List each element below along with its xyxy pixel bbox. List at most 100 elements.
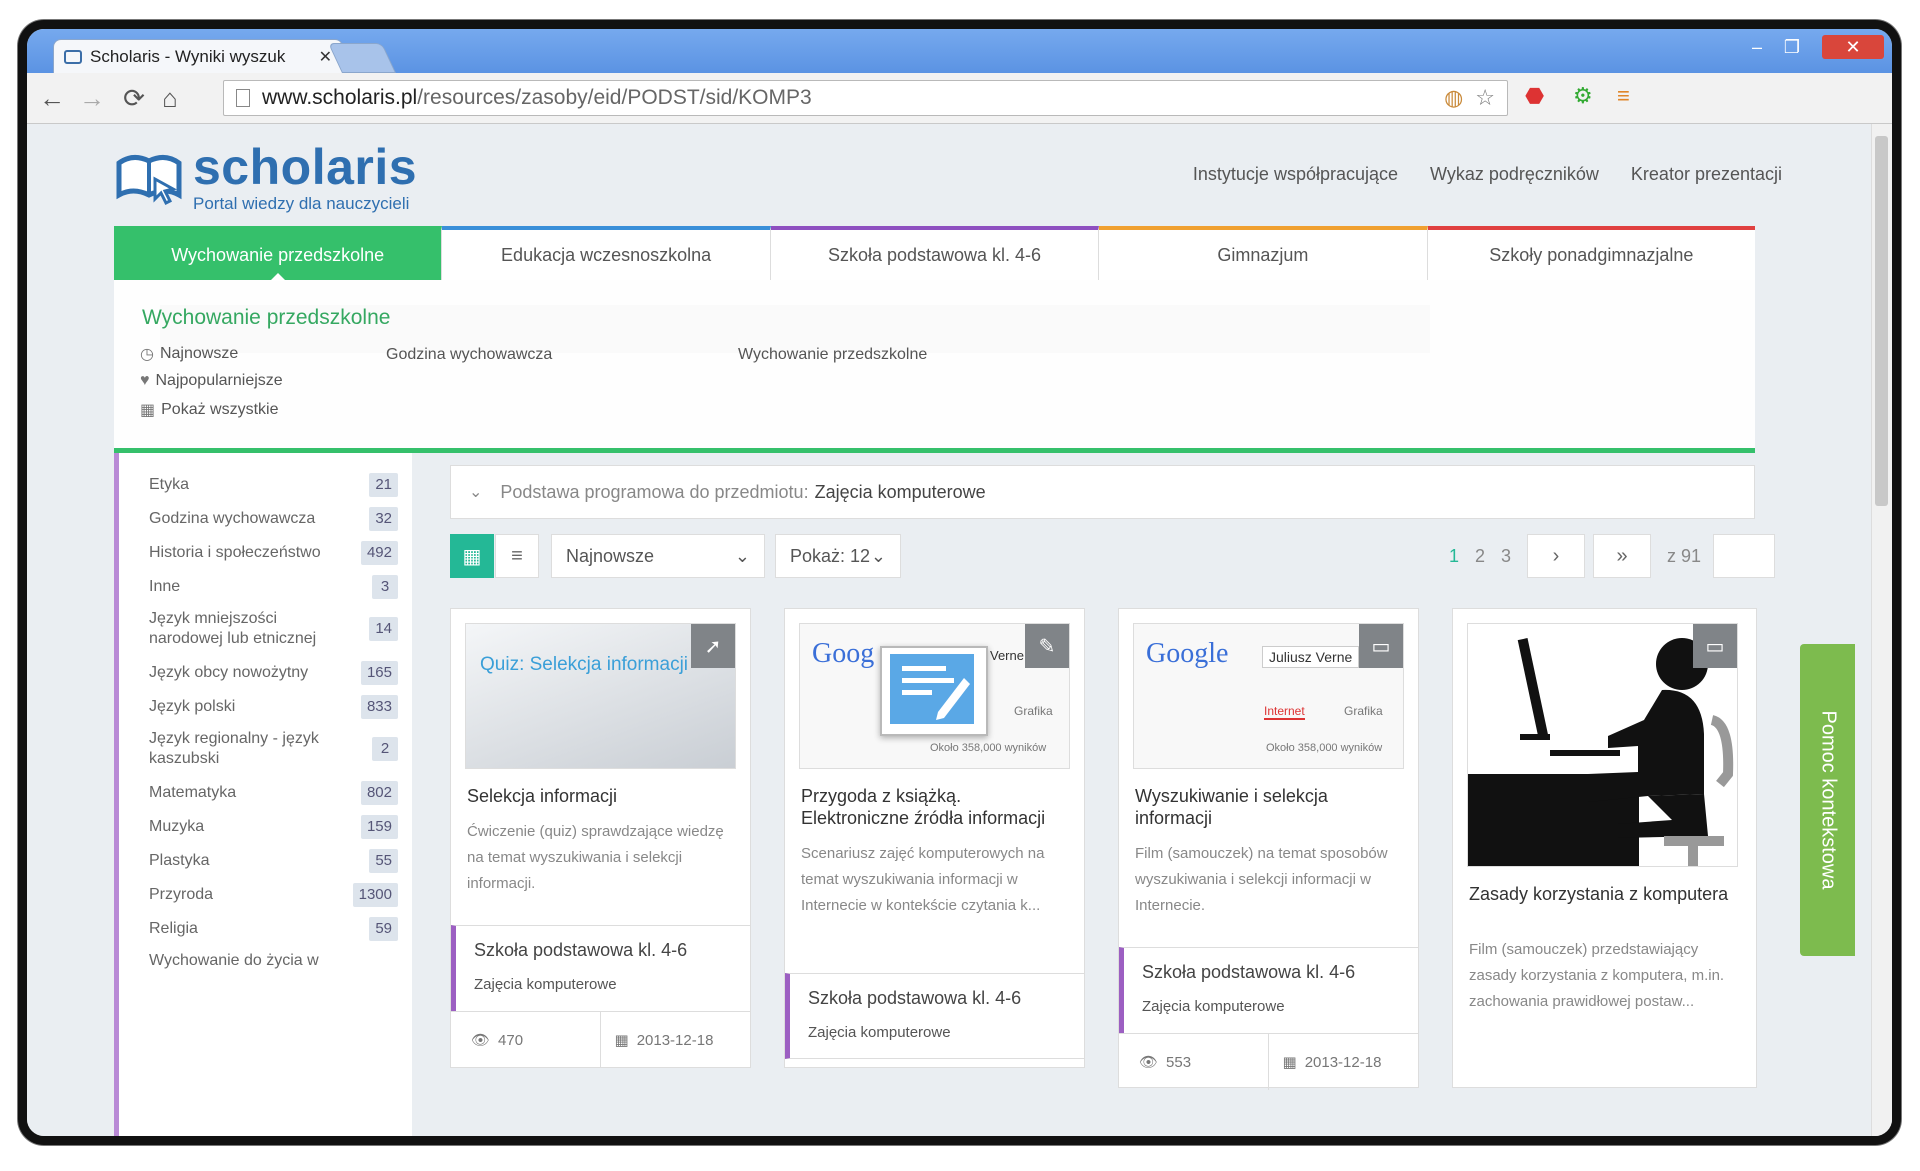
- link-textbooks[interactable]: Wykaz podręczników: [1430, 164, 1599, 185]
- sidebar-item[interactable]: Etyka 21: [149, 473, 398, 497]
- sidebar-item-count: 802: [360, 781, 398, 805]
- sidebar-item[interactable]: Religia 59: [149, 917, 398, 941]
- extension-stop-icon[interactable]: ⬣: [1525, 83, 1544, 109]
- logo-name: scholaris: [193, 139, 418, 195]
- card-thumbnail[interactable]: ▭: [1467, 623, 1738, 867]
- last-page-button[interactable]: »: [1593, 534, 1651, 578]
- menu-item-newest[interactable]: ◷ Najnowsze: [140, 344, 238, 364]
- window-close-icon[interactable]: ✕: [1822, 35, 1884, 59]
- card-subject: Zajęcia komputerowe: [1142, 998, 1285, 1015]
- resource-card[interactable]: Quiz: Selekcja informacji ➚ Selekcja inf…: [450, 608, 751, 1068]
- page-number-input[interactable]: [1713, 534, 1776, 578]
- thumbnail-tab: Grafika: [1014, 704, 1053, 718]
- sidebar-item-label: Język regionalny - język kaszubski: [149, 730, 319, 767]
- link-presentation-creator[interactable]: Kreator prezentacji: [1631, 164, 1782, 185]
- card-title[interactable]: Przygoda z książką. Elektroniczne źródła…: [801, 785, 1068, 829]
- grid-view-button[interactable]: ▦: [450, 534, 494, 578]
- card-thumbnail[interactable]: Quiz: Selekcja informacji ➚: [465, 623, 736, 769]
- back-arrow-icon[interactable]: ←: [35, 83, 69, 113]
- thumbnail-tab: Grafika: [1344, 704, 1383, 718]
- next-page-button[interactable]: ›: [1527, 534, 1585, 578]
- extension-gear-icon[interactable]: ⚙: [1573, 83, 1593, 109]
- tab-preschool[interactable]: Wychowanie przedszkolne: [114, 226, 443, 281]
- sidebar-item[interactable]: Matematyka 802: [149, 781, 398, 805]
- resource-card[interactable]: Google Juliusz Verne Internet Grafika Ok…: [1118, 608, 1419, 1090]
- page-link-2[interactable]: 2: [1467, 546, 1493, 567]
- sidebar-item[interactable]: Język obcy nowożytny 165: [149, 661, 398, 685]
- level-dropdown-menu: Wychowanie przedszkolne ◷ Najnowsze ♥ Na…: [114, 280, 1755, 448]
- sidebar-item[interactable]: Godzina wychowawcza 32: [149, 507, 398, 531]
- sort-select[interactable]: Najnowsze ⌄: [551, 534, 765, 578]
- menu-item-homeroom[interactable]: Godzina wychowawcza: [386, 346, 552, 364]
- browser-tab[interactable]: Scholaris - Wyniki wyszuk ✕: [53, 39, 343, 73]
- tab-gimnazjum[interactable]: Gimnazjum: [1099, 226, 1428, 280]
- sidebar-item-count: 3: [372, 575, 398, 599]
- minimize-icon[interactable]: –: [1742, 35, 1772, 59]
- maximize-icon[interactable]: ❐: [1777, 35, 1807, 59]
- contextual-help-tab[interactable]: Pomoc kontekstowa: [1800, 644, 1855, 956]
- page-link-3[interactable]: 3: [1493, 546, 1519, 567]
- thumbnail-query: Juliusz Verne: [1262, 646, 1360, 668]
- resource-card[interactable]: ▭ Zasady korzystania z komputera Film (s…: [1452, 608, 1757, 1088]
- menu-item-popular[interactable]: ♥ Najpopularniejsze: [140, 372, 283, 390]
- home-icon[interactable]: ⌂: [153, 83, 187, 113]
- page-link-1[interactable]: 1: [1441, 546, 1467, 567]
- page-size-select[interactable]: Pokaż: 12 ⌄: [775, 534, 901, 578]
- tab-primary-4-6[interactable]: Szkoła podstawowa kl. 4-6: [770, 226, 1100, 280]
- list-icon: ≡: [511, 544, 523, 567]
- dropdown-title[interactable]: Wychowanie przedszkolne: [142, 306, 390, 330]
- card-level: Szkoła podstawowa kl. 4-6 Zajęcia komput…: [1119, 947, 1418, 1033]
- close-icon[interactable]: ✕: [319, 47, 332, 67]
- site-logo[interactable]: scholaris Portal wiedzy dla nauczycieli: [115, 142, 417, 214]
- sidebar-item[interactable]: Muzyka 159: [149, 815, 398, 839]
- scrollbar-thumb[interactable]: [1875, 136, 1888, 506]
- sidebar-item[interactable]: Przyroda 1300: [149, 883, 398, 907]
- forward-arrow-icon[interactable]: →: [75, 83, 109, 113]
- card-description: Film (samouczek) na temat sposobów wyszu…: [1135, 845, 1388, 914]
- menu-icon[interactable]: ≡: [1617, 83, 1630, 109]
- sidebar-item[interactable]: Język regionalny - język kaszubski 2: [149, 729, 398, 769]
- view-count: 553: [1166, 1053, 1192, 1071]
- bookmark-star-icon[interactable]: ☆: [1475, 85, 1495, 111]
- card-title[interactable]: Wyszukiwanie i selekcja informacji: [1135, 785, 1402, 829]
- sidebar-item[interactable]: Język polski 833: [149, 695, 398, 719]
- menu-item-preschool[interactable]: Wychowanie przedszkolne: [738, 346, 927, 364]
- curriculum-accordion[interactable]: ⌄ Podstawa programowa do przedmiotu: Zaj…: [450, 465, 1755, 519]
- video-icon: ▭: [1693, 624, 1737, 668]
- card-title[interactable]: Zasady korzystania z komputera: [1469, 883, 1740, 905]
- sidebar-item[interactable]: Inne 3: [149, 575, 398, 599]
- list-view-button[interactable]: ≡: [495, 534, 539, 578]
- cursor-icon: ➚: [691, 624, 735, 668]
- logo-subtitle: Portal wiedzy dla nauczycieli: [193, 194, 410, 213]
- card-description: Film (samouczek) przedstawiający zasady …: [1469, 941, 1725, 1010]
- sidebar-item-label: Wychowanie do życia w: [149, 952, 319, 969]
- card-level-name: Szkoła podstawowa kl. 4-6: [474, 940, 688, 960]
- reload-icon[interactable]: ⟳: [117, 83, 151, 113]
- card-footer: 👁 470 ▦ 2013-12-18: [451, 1011, 750, 1068]
- link-institutions[interactable]: Instytucje współpracujące: [1193, 164, 1398, 185]
- address-bar[interactable]: www.scholaris.pl/resources/zasoby/eid/PO…: [223, 80, 1508, 116]
- page-viewport: scholaris Portal wiedzy dla nauczycieli …: [27, 124, 1892, 1136]
- tab-secondary[interactable]: Szkoły ponadgimnazjalne: [1427, 226, 1756, 280]
- menu-item-show-all[interactable]: ▦ Pokaż wszystkie: [140, 400, 279, 420]
- page-scrollbar[interactable]: [1871, 124, 1892, 1136]
- sidebar-item-label: Muzyka: [149, 818, 205, 835]
- tab-early-education[interactable]: Edukacja wczesnoszkolna: [442, 226, 771, 280]
- sidebar-item[interactable]: Wychowanie do życia w: [149, 951, 398, 971]
- sidebar-item-label: Matematyka: [149, 784, 237, 801]
- sidebar-item-label: Religia: [149, 920, 198, 937]
- sidebar-item-count: 2: [372, 737, 398, 761]
- card-title[interactable]: Selekcja informacji: [467, 785, 734, 807]
- sidebar-item-label: Język mniejszości narodowej lub etniczne…: [149, 610, 317, 647]
- publish-date: 2013-12-18: [636, 1031, 714, 1049]
- card-thumbnail[interactable]: Goog Verne Grafika Około 358,000 wyników…: [799, 623, 1070, 769]
- cookie-blocked-icon[interactable]: ◍: [1444, 85, 1463, 111]
- page-icon: [236, 89, 250, 107]
- card-thumbnail[interactable]: Google Juliusz Verne Internet Grafika Ok…: [1133, 623, 1404, 769]
- resource-card[interactable]: Goog Verne Grafika Około 358,000 wyników…: [784, 608, 1085, 1068]
- browser-toolbar: ← → ⟳ ⌂ www.scholaris.pl/resources/zasob…: [27, 73, 1892, 124]
- sidebar-item[interactable]: Plastyka 55: [149, 849, 398, 873]
- sidebar-item[interactable]: Język mniejszości narodowej lub etniczne…: [149, 609, 398, 649]
- sidebar-item[interactable]: Historia i społeczeństwo 492: [149, 541, 398, 565]
- heart-icon: ♥: [140, 372, 150, 389]
